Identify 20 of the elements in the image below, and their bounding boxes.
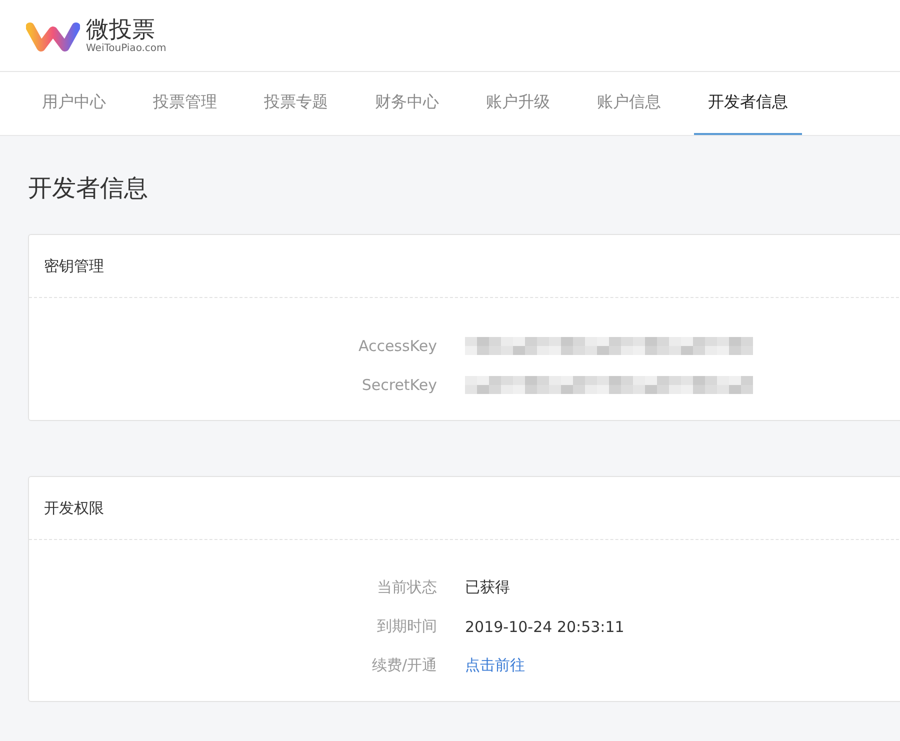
field-value: 2019-10-24 20:53:11	[465, 618, 624, 636]
nav-tab[interactable]: 开发者信息	[694, 72, 802, 135]
renew-link[interactable]: 点击前往	[465, 656, 525, 675]
logo-domain: WeiTouPiao.com	[86, 43, 166, 54]
nav-tab[interactable]: 财务中心	[361, 72, 453, 135]
field-label: AccessKey	[357, 336, 438, 354]
field-label: 续费/开通	[370, 656, 438, 675]
nav-tab[interactable]: 投票管理	[139, 72, 231, 135]
field-label: 到期时间	[376, 617, 438, 636]
logo-name: 微投票	[86, 17, 156, 43]
nav-tab[interactable]: 账户信息	[583, 72, 675, 135]
nav-tab[interactable]: 投票专题	[250, 72, 342, 135]
field-value: 已获得	[465, 578, 510, 597]
nav-tab[interactable]: 用户中心	[28, 72, 120, 135]
card-title: 开发权限	[44, 498, 104, 518]
field-label: SecretKey	[360, 376, 438, 394]
field-label: 当前状态	[376, 578, 438, 597]
page-title: 开发者信息	[28, 173, 149, 204]
nav-tab[interactable]: 账户升级	[472, 72, 564, 135]
card-title: 密钥管理	[44, 256, 104, 276]
